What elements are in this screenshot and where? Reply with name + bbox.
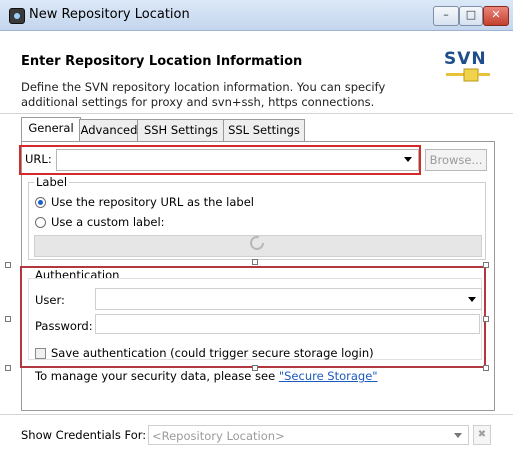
resize-handle-top[interactable] [252,259,258,265]
close-button[interactable]: ✕ [483,6,509,26]
resize-handle-bottom-right[interactable] [483,365,489,371]
tab-advanced[interactable]: Advanced [79,119,139,141]
user-label: User: [35,293,65,307]
loading-spinner-icon [250,236,264,250]
url-label: URL: [25,152,52,166]
browse-button[interactable]: Browse... [425,149,487,171]
resize-handle-top-right[interactable] [483,262,489,268]
radio-custom-text[interactable]: Use a custom label: [51,215,165,229]
password-label: Password: [35,319,93,333]
show-credentials-label: Show Credentials For: [21,428,147,442]
password-field[interactable] [95,314,480,334]
save-auth-label[interactable]: Save authentication (could trigger secur… [51,346,374,360]
url-combo[interactable] [56,149,419,171]
tab-general[interactable]: General [21,117,81,141]
maximize-button[interactable]: □ [459,6,483,26]
radio-repo-url-text[interactable]: Use the repository URL as the label [51,195,254,209]
svn-logo: SVN [440,45,492,93]
page-title: Enter Repository Location Information [21,54,303,69]
security-text: To manage your security data, please see… [35,369,378,383]
user-combo[interactable] [95,288,482,310]
resize-handle-top-left[interactable] [5,262,11,268]
separator [0,414,513,415]
security-message: To manage your security data, please see [35,369,279,383]
page-description: Define the SVN repository location infor… [21,80,386,109]
tab-ssh-settings[interactable]: SSH Settings [137,119,225,141]
window-title: New Repository Location [29,7,190,22]
chevron-down-icon[interactable] [404,157,412,162]
resize-handle-bottom-left[interactable] [5,365,11,371]
resize-handle-left[interactable] [5,316,11,322]
radio-custom-label[interactable] [35,217,46,228]
credentials-combo[interactable]: <Repository Location> [148,425,469,445]
chevron-down-icon[interactable] [468,297,476,302]
secure-storage-link[interactable]: "Secure Storage" [279,369,378,383]
label-group-title: Label [34,175,70,189]
minimize-button[interactable]: – [433,6,459,26]
radio-repo-url-label[interactable] [35,197,46,208]
tab-ssl-settings[interactable]: SSL Settings [223,119,305,141]
clear-credentials-button[interactable]: ✖ [473,425,491,445]
chevron-down-icon[interactable] [454,433,462,438]
credentials-placeholder: <Repository Location> [152,429,285,443]
resize-handle-right[interactable] [483,316,489,322]
app-icon [9,8,25,24]
save-auth-checkbox[interactable] [35,348,46,359]
plug-icon [446,68,490,82]
